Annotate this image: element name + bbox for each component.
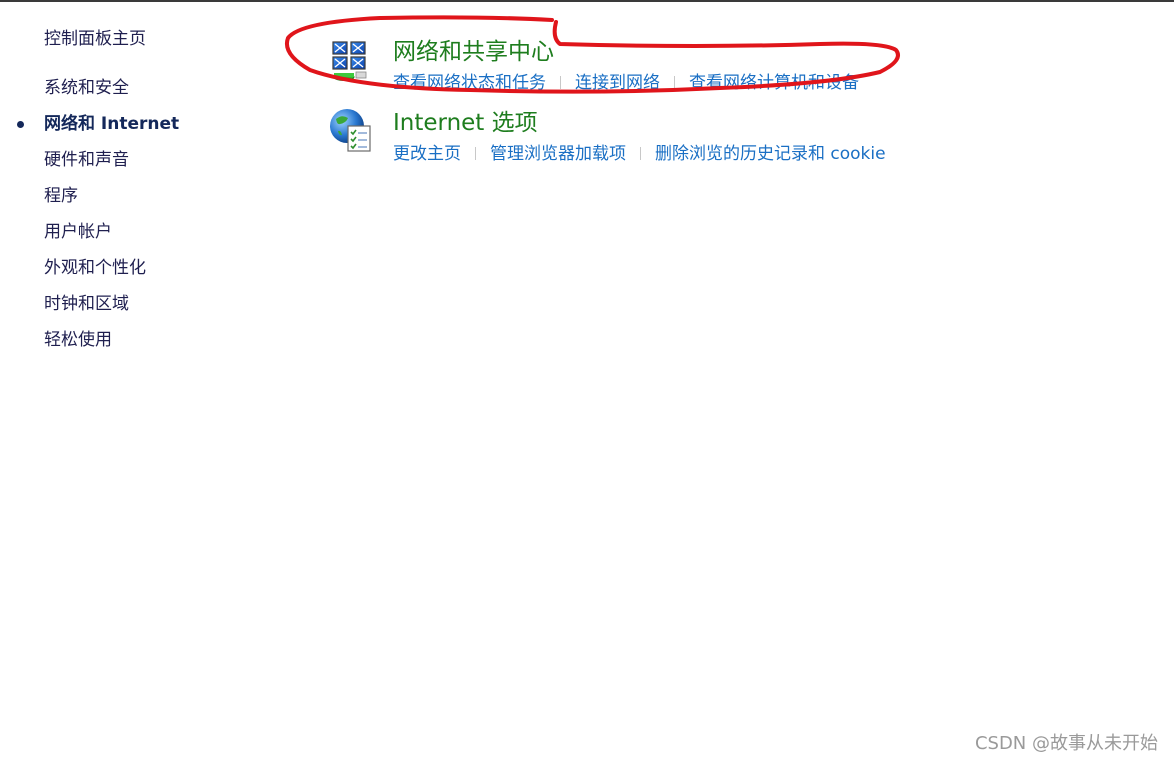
sidebar-item-label: 用户帐户 [44,222,112,242]
sidebar-item-system-security[interactable]: 系统和安全 [0,75,260,111]
sidebar-item-clock-region[interactable]: 时钟和区域 [0,291,260,327]
sidebar-item-appearance[interactable]: 外观和个性化 [0,255,260,291]
sidebar-item-network-internet[interactable]: 网络和 Internet [0,111,260,147]
category-links: 更改主页 管理浏览器加载项 删除浏览的历史记录和 cookie [393,139,886,164]
internet-options-link[interactable]: Internet 选项 [393,103,538,137]
control-panel-window: 控制面板主页 系统和安全 网络和 Internet 硬件和声音 程序 用户帐户 … [0,0,1174,763]
sidebar-item-programs[interactable]: 程序 [0,183,260,219]
sidebar-item-ease-of-access[interactable]: 轻松使用 [0,327,260,363]
sidebar-item-label: 时钟和区域 [44,294,129,314]
network-sharing-icon[interactable] [326,34,376,84]
sidebar-item-label: 外观和个性化 [44,258,146,278]
link-separator [674,76,675,89]
network-sharing-center-link[interactable]: 网络和共享中心 [393,32,554,66]
sidebar-item-label: 轻松使用 [44,330,112,350]
sidebar-item-hardware-sound[interactable]: 硬件和声音 [0,147,260,183]
category-links: 查看网络状态和任务 连接到网络 查看网络计算机和设备 [393,68,859,93]
sidebar-item-label: 程序 [44,186,78,206]
sidebar-item-label: 系统和安全 [44,78,129,98]
link-separator [560,76,561,89]
sidebar-category-list: 系统和安全 网络和 Internet 硬件和声音 程序 用户帐户 外观和个性化 … [0,75,260,363]
category-network-sharing-center: 网络和共享中心 查看网络状态和任务 连接到网络 查看网络计算机和设备 [326,32,1006,102]
manage-browser-addons-link[interactable]: 管理浏览器加载项 [490,144,626,164]
watermark: CSDN @故事从未开始 [974,733,1158,754]
change-homepage-link[interactable]: 更改主页 [393,144,461,164]
link-separator [640,147,641,160]
sidebar-item-user-accounts[interactable]: 用户帐户 [0,219,260,255]
link-separator [475,147,476,160]
internet-options-globe-icon[interactable] [326,105,376,155]
sidebar-home-link[interactable]: 控制面板主页 [44,24,146,49]
active-bullet-icon [17,121,24,128]
view-network-status-link[interactable]: 查看网络状态和任务 [393,73,546,93]
delete-browsing-history-link[interactable]: 删除浏览的历史记录和 cookie [655,144,886,164]
view-network-computers-link[interactable]: 查看网络计算机和设备 [689,73,859,93]
category-internet-options: Internet 选项 更改主页 管理浏览器加载项 删除浏览的历史记录和 cooki… [326,103,1006,173]
sidebar-item-label: 网络和 Internet [44,114,180,134]
connect-to-network-link[interactable]: 连接到网络 [575,73,660,93]
sidebar-item-label: 硬件和声音 [44,150,129,170]
